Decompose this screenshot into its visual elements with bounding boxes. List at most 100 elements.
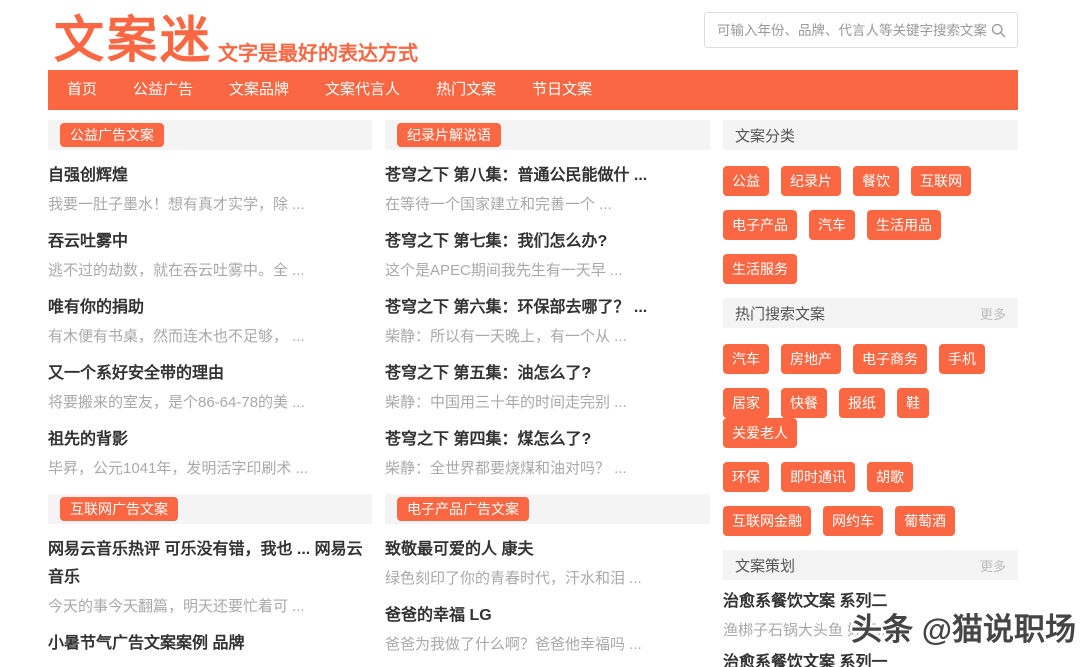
sidebar-title-plans: 文案策划: [735, 555, 795, 576]
article-title[interactable]: 治愈系餐饮文案 系列一: [723, 649, 1018, 667]
tag[interactable]: 手机: [939, 344, 985, 374]
tag[interactable]: 公益: [723, 166, 769, 196]
article: 又一个系好安全带的理由将要搬来的室友，是个86-64-78的美 ...: [48, 360, 372, 413]
tag[interactable]: 汽车: [723, 344, 769, 374]
article-title[interactable]: 苍穹之下 第五集：油怎么了?: [385, 360, 710, 388]
article: 苍穹之下 第六集：环保部去哪了？ ... 柴静：所以有一天晚上，有一个从 ...: [385, 294, 710, 347]
article-list: 苍穹之下 第八集：普通公民能做什 ...在等待一个国家建立和完善一个 ...苍穹…: [385, 152, 710, 494]
search-box: [704, 12, 1018, 48]
article-desc: 逃不过的劫数，就在吞云吐雾中。全 ...: [48, 261, 372, 281]
tag[interactable]: 葡萄酒: [895, 506, 955, 536]
article-title[interactable]: 致敬最可爱的人 康夫: [385, 536, 710, 564]
article-desc: 在等待一个国家建立和完善一个 ...: [385, 195, 710, 215]
article: 治愈系餐饮文案 系列一: [723, 649, 1018, 667]
article: 苍穹之下 第七集：我们怎么办? 这个是APEC期间我先生有一天早 ...: [385, 228, 710, 281]
main-content: 公益广告文案自强创辉煌我要一肚子墨水！想有真才实学，除 ... 吞云吐雾中逃不过的…: [48, 120, 1018, 667]
article-title[interactable]: 又一个系好安全带的理由: [48, 360, 372, 388]
sidebar-title-hot: 热门搜索文案: [735, 303, 825, 324]
tag-list: 公益纪录片餐饮互联网电子产品汽车生活用品生活服务: [723, 150, 1018, 284]
tag[interactable]: 环保: [723, 462, 769, 492]
tag[interactable]: 汽车: [809, 210, 855, 240]
tag[interactable]: 即时通讯: [781, 462, 855, 492]
sidebar-header-plans: 文案策划 更多: [723, 550, 1018, 580]
page: 文案迷 文字是最好的表达方式 首页公益广告文案品牌文案代言人热门文案节日文案 公…: [0, 0, 1080, 667]
article-title[interactable]: 小暑节气广告文案案例 品牌: [48, 630, 372, 658]
tag[interactable]: 电子商务: [853, 344, 927, 374]
sidebar-title-categories: 文案分类: [735, 125, 795, 146]
section-badge[interactable]: 纪录片解说语: [397, 123, 501, 147]
sidebar-header-categories: 文案分类: [723, 120, 1018, 150]
watermark: 头条 @猫说职场: [851, 604, 1076, 649]
tag[interactable]: 居家: [723, 388, 769, 418]
tag-list: 汽车房地产电子商务手机居家快餐报纸鞋关爱老人环保即时通讯胡歌互联网金融网约车葡萄…: [723, 328, 1018, 536]
tag[interactable]: 报纸: [839, 388, 885, 418]
site-header: 文案迷 文字是最好的表达方式: [0, 0, 1080, 70]
article-desc: 这个是APEC期间我先生有一天早 ...: [385, 261, 710, 281]
article-desc: 毕昇，公元1041年，发明活字印刷术 ...: [48, 459, 372, 479]
site-tagline: 文字是最好的表达方式: [218, 37, 418, 66]
article-desc: 将要搬来的室友，是个86-64-78的美 ...: [48, 393, 372, 413]
article-title[interactable]: 苍穹之下 第四集：煤怎么了?: [385, 426, 710, 454]
article-desc: 我要一肚子墨水！想有真才实学，除 ...: [48, 195, 372, 215]
tag[interactable]: 关爱老人: [723, 418, 797, 448]
article: 爸爸的幸福 LG 爸爸为我做了什么啊？爸爸他幸福吗 ...: [385, 602, 710, 655]
article-title[interactable]: 唯有你的捐助: [48, 294, 372, 322]
article: 网易云音乐热评 可乐没有错，我也 ... 网易云音乐今天的事今天翻篇，明天还要忙…: [48, 536, 372, 617]
article-title[interactable]: 祖先的背影: [48, 426, 372, 454]
sidebar-header-hot: 热门搜索文案 更多: [723, 298, 1018, 328]
tag[interactable]: 网约车: [823, 506, 883, 536]
tag[interactable]: 快餐: [781, 388, 827, 418]
section-badge[interactable]: 公益广告文案: [60, 123, 164, 147]
article-title[interactable]: 苍穹之下 第七集：我们怎么办?: [385, 228, 710, 256]
more-link-hot[interactable]: 更多: [980, 304, 1006, 323]
nav-item-2[interactable]: 文案品牌: [212, 70, 306, 110]
article: 苍穹之下 第八集：普通公民能做什 ... 在等待一个国家建立和完善一个 ...: [385, 162, 710, 215]
tag-row: 汽车房地产电子商务手机: [723, 344, 1018, 374]
tag[interactable]: 电子产品: [723, 210, 797, 240]
tag[interactable]: 纪录片: [781, 166, 841, 196]
nav-item-1[interactable]: 公益广告: [116, 70, 210, 110]
article: 苍穹之下 第五集：油怎么了?柴静：中国用三十年的时间走完别 ...: [385, 360, 710, 413]
tag[interactable]: 生活服务: [723, 254, 797, 284]
article-title[interactable]: 苍穹之下 第六集：环保部去哪了？ ...: [385, 294, 710, 322]
article: 吞云吐雾中逃不过的劫数，就在吞云吐雾中。全 ...: [48, 228, 372, 281]
article: 致敬最可爱的人 康夫绿色刻印了你的青春时代，汗水和泪 ...: [385, 536, 710, 589]
tag[interactable]: 互联网金融: [723, 506, 811, 536]
article: 小暑节气广告文案案例 品牌: [48, 630, 372, 658]
nav-item-5[interactable]: 节日文案: [515, 70, 609, 110]
section-badge[interactable]: 电子产品广告文案: [397, 497, 529, 521]
section-header: 公益广告文案: [48, 120, 372, 150]
tag[interactable]: 生活用品: [867, 210, 941, 240]
tag[interactable]: 胡歌: [867, 462, 913, 492]
tag[interactable]: 鞋: [897, 388, 929, 418]
article-title[interactable]: 自强创辉煌: [48, 162, 372, 190]
tag[interactable]: 互联网: [911, 166, 971, 196]
article-desc: 柴静：所以有一天晚上，有一个从 ...: [385, 327, 710, 347]
tag[interactable]: 房地产: [781, 344, 841, 374]
search-input[interactable]: [715, 22, 990, 39]
site-logo[interactable]: 文案迷: [54, 0, 213, 72]
nav-item-4[interactable]: 热门文案: [419, 70, 513, 110]
section-badge[interactable]: 互联网广告文案: [60, 497, 178, 521]
nav-item-3[interactable]: 文案代言人: [308, 70, 417, 110]
tag-row: 互联网金融网约车葡萄酒: [723, 506, 1018, 536]
search-icon[interactable]: [990, 22, 1007, 39]
tag[interactable]: 餐饮: [853, 166, 899, 196]
article-title[interactable]: 爸爸的幸福 LG: [385, 602, 710, 630]
article-title[interactable]: 苍穹之下 第八集：普通公民能做什 ...: [385, 162, 710, 190]
section-header: 互联网广告文案: [48, 494, 372, 524]
article: 祖先的背影毕昇，公元1041年，发明活字印刷术 ...: [48, 426, 372, 479]
more-link-plans[interactable]: 更多: [980, 556, 1006, 575]
article-desc: 爸爸为我做了什么啊？爸爸他幸福吗 ...: [385, 635, 710, 655]
article-list: 致敬最可爱的人 康夫绿色刻印了你的青春时代，汗水和泪 ...爸爸的幸福 LG爸爸…: [385, 526, 710, 667]
column-middle: 纪录片解说语苍穹之下 第八集：普通公民能做什 ... 在等待一个国家建立和完善一个…: [385, 120, 710, 667]
article-desc: 绿色刻印了你的青春时代，汗水和泪 ...: [385, 569, 710, 589]
nav-item-0[interactable]: 首页: [50, 70, 114, 110]
tag-row: 居家快餐报纸鞋关爱老人: [723, 388, 1018, 448]
article-title[interactable]: 网易云音乐热评 可乐没有错，我也 ... 网易云音乐: [48, 536, 372, 592]
tag-row: 公益纪录片餐饮互联网: [723, 166, 1018, 196]
section-header: 电子产品广告文案: [385, 494, 710, 524]
article-title[interactable]: 吞云吐雾中: [48, 228, 372, 256]
article-list: 网易云音乐热评 可乐没有错，我也 ... 网易云音乐今天的事今天翻篇，明天还要忙…: [48, 526, 372, 667]
tag-row: 生活服务: [723, 254, 1018, 284]
